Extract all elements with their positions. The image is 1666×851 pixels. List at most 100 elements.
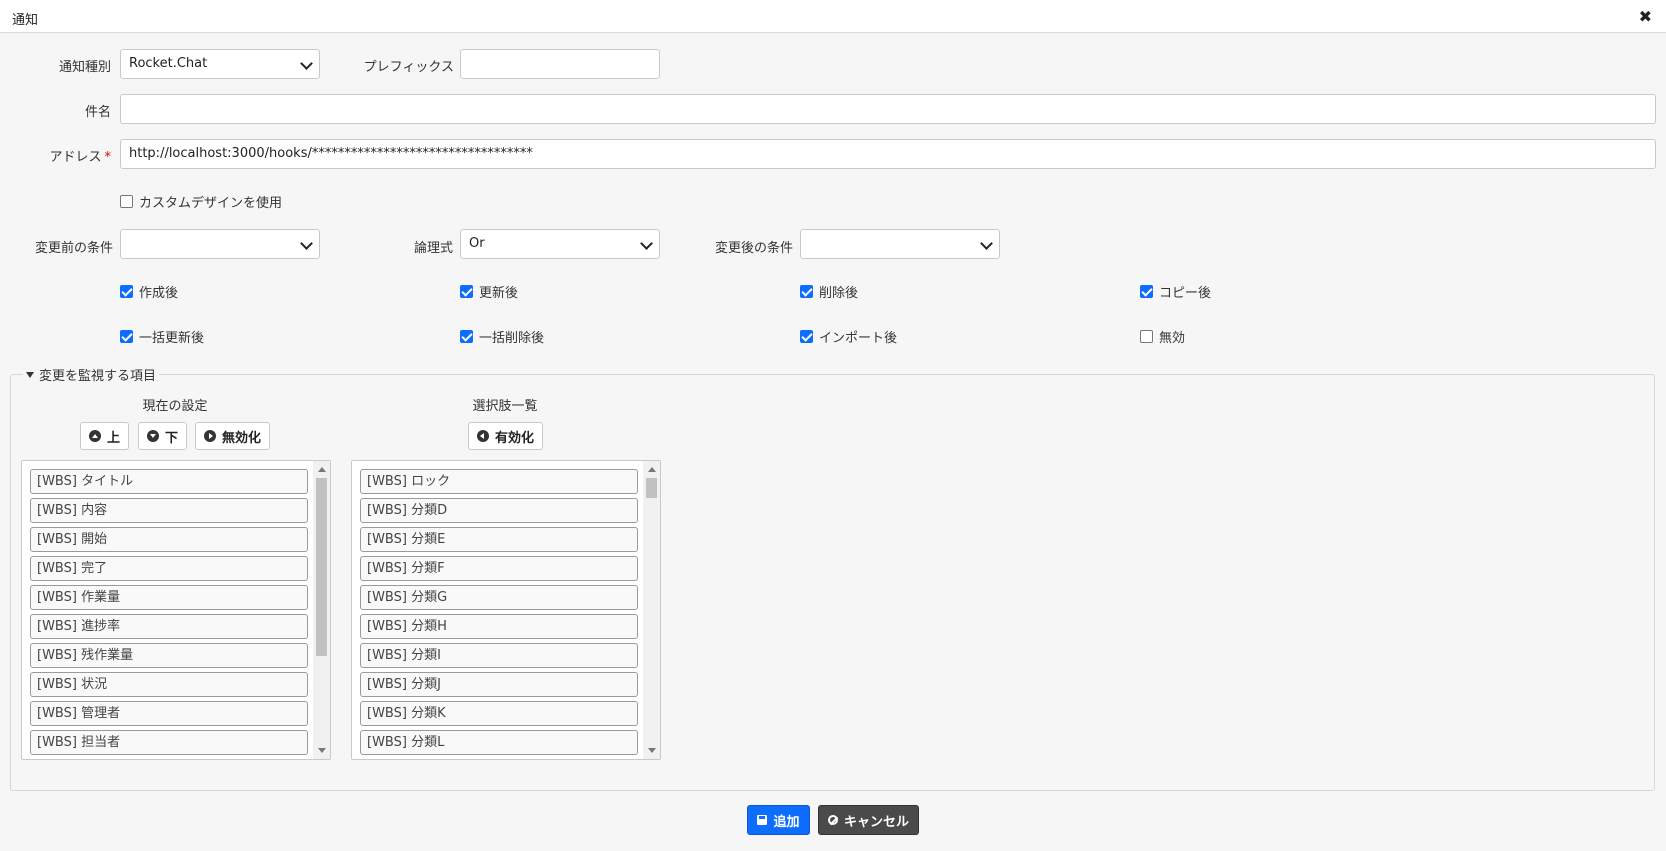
notify-type-select[interactable]: Rocket.Chat: [120, 49, 320, 79]
list-item[interactable]: [WBS] ロック: [360, 469, 638, 494]
scroll-down-icon[interactable]: [648, 748, 656, 753]
custom-design-checkbox[interactable]: カスタムデザインを使用: [120, 192, 282, 211]
trigger-label: 削除後: [819, 286, 859, 301]
list-item[interactable]: [WBS] 内容: [30, 498, 308, 523]
enable-label: 有効化: [494, 430, 534, 446]
checkbox-box[interactable]: [800, 285, 813, 298]
logic-label: 論理式: [413, 241, 453, 256]
close-icon[interactable]: ✖: [1639, 7, 1652, 26]
list-item[interactable]: [WBS] 分類E: [360, 527, 638, 552]
ban-icon: [827, 815, 838, 825]
prefix-input[interactable]: [460, 49, 660, 79]
trigger-label: 作成後: [139, 286, 179, 301]
scrollbar[interactable]: [643, 461, 660, 759]
list-item[interactable]: [WBS] 分類G: [360, 585, 638, 610]
subject-input[interactable]: [120, 94, 1656, 124]
custom-design-label: カスタムデザインを使用: [139, 196, 283, 211]
scroll-down-icon[interactable]: [318, 748, 326, 753]
scroll-thumb[interactable]: [316, 478, 327, 656]
trigger-created-checkbox[interactable]: 作成後: [120, 282, 178, 301]
enable-button[interactable]: 有効化: [468, 422, 543, 450]
monitor-legend[interactable]: 変更を監視する項目: [23, 365, 160, 384]
trigger-label: 一括更新後: [139, 331, 205, 346]
move-down-button[interactable]: 下: [138, 422, 187, 450]
after-condition-label: 変更後の条件: [714, 241, 793, 256]
list-item[interactable]: [WBS] 分類K: [360, 701, 638, 726]
arrow-down-icon: [146, 430, 159, 442]
dialog-title: 通知: [12, 13, 39, 28]
chevron-down-icon: [300, 237, 313, 250]
scrollbar[interactable]: [313, 461, 330, 759]
logic-select[interactable]: Or: [460, 229, 660, 259]
list-item[interactable]: [WBS] 分類J: [360, 672, 638, 697]
monitor-legend-text: 変更を監視する項目: [39, 369, 157, 384]
scroll-up-icon[interactable]: [648, 467, 656, 472]
notify-type-value: Rocket.Chat: [129, 56, 208, 71]
subject-label: 件名: [84, 105, 111, 120]
list-item[interactable]: [WBS] 分類H: [360, 614, 638, 639]
dialog-titlebar: 通知 ✖: [0, 0, 1666, 33]
list-item[interactable]: [WBS] 分類L: [360, 730, 638, 755]
options-heading: 選択肢一覧: [472, 399, 538, 414]
trigger-label: 無効: [1159, 331, 1186, 346]
checkbox-box[interactable]: [1140, 330, 1153, 343]
trigger-updated-checkbox[interactable]: 更新後: [460, 282, 518, 301]
checkbox-box[interactable]: [120, 330, 133, 343]
trigger-deleted-checkbox[interactable]: 削除後: [800, 282, 858, 301]
trigger-disabled-checkbox[interactable]: 無効: [1140, 327, 1185, 346]
list-item[interactable]: [WBS] 作業量: [30, 585, 308, 610]
add-button[interactable]: 追加: [747, 805, 810, 835]
trigger-label: インポート後: [819, 331, 898, 346]
checkbox-box[interactable]: [800, 330, 813, 343]
scroll-thumb[interactable]: [646, 478, 657, 498]
trigger-bulk-updated-checkbox[interactable]: 一括更新後: [120, 327, 204, 346]
prefix-label: プレフィックス: [363, 60, 454, 75]
current-items: [WBS] タイトル [WBS] 内容 [WBS] 開始 [WBS] 完了 [W…: [30, 469, 308, 759]
list-item[interactable]: [WBS] 分類F: [360, 556, 638, 581]
logic-value: Or: [469, 236, 485, 251]
before-condition-select[interactable]: [120, 229, 320, 259]
options-list[interactable]: [WBS] ロック [WBS] 分類D [WBS] 分類E [WBS] 分類F …: [351, 460, 661, 760]
arrow-right-icon: [203, 430, 216, 442]
list-item[interactable]: [WBS] 管理者: [30, 701, 308, 726]
arrow-up-icon: [88, 430, 101, 442]
list-item[interactable]: [WBS] 担当者: [30, 730, 308, 755]
list-item[interactable]: [WBS] 分類I: [360, 643, 638, 668]
current-settings-list[interactable]: [WBS] タイトル [WBS] 内容 [WBS] 開始 [WBS] 完了 [W…: [21, 460, 331, 760]
list-item[interactable]: [WBS] 開始: [30, 527, 308, 552]
chevron-down-icon: [300, 57, 313, 70]
checkbox-box[interactable]: [460, 330, 473, 343]
list-item[interactable]: [WBS] 進捗率: [30, 614, 308, 639]
caret-down-icon: [26, 371, 34, 378]
move-up-label: 上: [106, 430, 120, 446]
trigger-label: コピー後: [1159, 286, 1212, 301]
scroll-up-icon[interactable]: [318, 467, 326, 472]
trigger-imported-checkbox[interactable]: インポート後: [800, 327, 897, 346]
current-settings-heading: 現在の設定: [142, 399, 208, 414]
checkbox-box[interactable]: [1140, 285, 1153, 298]
address-label: アドレス *: [20, 146, 111, 165]
list-item[interactable]: [WBS] タイトル: [30, 469, 308, 494]
list-item[interactable]: [WBS] 残作業量: [30, 643, 308, 668]
address-input[interactable]: http://localhost:3000/hooks/************…: [120, 139, 1656, 169]
cancel-button[interactable]: キャンセル: [818, 805, 919, 835]
disable-button[interactable]: 無効化: [195, 422, 270, 450]
trigger-bulk-deleted-checkbox[interactable]: 一括削除後: [460, 327, 544, 346]
arrow-left-icon: [476, 430, 489, 442]
after-condition-select[interactable]: [800, 229, 1000, 259]
disable-label: 無効化: [221, 430, 261, 446]
add-label: 追加: [773, 814, 800, 830]
address-label-text: アドレス: [49, 150, 102, 165]
checkbox-box[interactable]: [460, 285, 473, 298]
chevron-down-icon: [980, 237, 993, 250]
list-item[interactable]: [WBS] 完了: [30, 556, 308, 581]
trigger-label: 一括削除後: [479, 331, 545, 346]
option-items: [WBS] ロック [WBS] 分類D [WBS] 分類E [WBS] 分類F …: [360, 469, 638, 759]
checkbox-box[interactable]: [120, 285, 133, 298]
checkbox-box[interactable]: [120, 195, 133, 208]
list-item[interactable]: [WBS] 状況: [30, 672, 308, 697]
list-item[interactable]: [WBS] 分類D: [360, 498, 638, 523]
trigger-copied-checkbox[interactable]: コピー後: [1140, 282, 1211, 301]
move-up-button[interactable]: 上: [80, 422, 129, 450]
trigger-label: 更新後: [479, 286, 519, 301]
